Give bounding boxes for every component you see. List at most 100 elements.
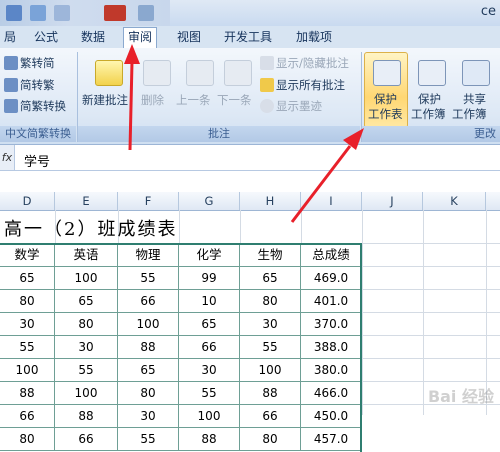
table-cell[interactable]: 401.0 [301,290,362,313]
simp-to-trad-button[interactable]: 简转繁 [20,77,55,93]
table-cell[interactable]: 100 [118,313,179,336]
table-cell[interactable]: 100 [0,359,55,382]
table-cell[interactable]: 30 [179,359,240,382]
table-cell[interactable]: 100 [55,382,118,405]
table-cell[interactable]: 55 [118,428,179,451]
tab-addins[interactable]: 加载项 [292,28,336,47]
table-header-cell[interactable]: 英语 [55,244,118,267]
watermark: Bai 经验 [427,387,494,406]
table-cell[interactable]: 100 [179,405,240,428]
table-header-cell[interactable]: 物理 [118,244,179,267]
tab-data[interactable]: 数据 [77,28,109,47]
formula-bar-value[interactable]: 学号 [24,151,50,170]
trad-to-simp-button[interactable]: 繁转简 [20,55,55,71]
customize-icon[interactable] [138,5,154,21]
redo-icon[interactable] [104,5,126,21]
table-cell[interactable]: 55 [179,382,240,405]
table-cell[interactable]: 55 [55,359,118,382]
column-header-k[interactable]: K [423,192,486,210]
protect-sheet-label-2[interactable]: 工作表 [368,106,403,122]
tab-view[interactable]: 视图 [173,28,205,47]
share-workbook-label-1[interactable]: 共享 [463,91,486,107]
tab-review[interactable]: 审阅 [123,27,158,49]
table-cell[interactable]: 88 [118,336,179,359]
column-header-i[interactable]: I [301,192,362,210]
table-cell[interactable]: 66 [240,405,301,428]
table-header-cell[interactable]: 数学 [0,244,55,267]
table-cell[interactable]: 30 [118,405,179,428]
new-comment-button[interactable]: 新建批注 [82,92,128,108]
tab-developer[interactable]: 开发工具 [220,28,276,47]
table-cell[interactable]: 466.0 [301,382,362,405]
column-header-h[interactable]: H [240,192,301,210]
table-cell[interactable]: 99 [179,267,240,290]
fx-icon[interactable]: fx [0,145,15,170]
column-header-e[interactable]: E [55,192,118,210]
table-cell[interactable]: 80 [0,428,55,451]
table-cell[interactable]: 30 [240,313,301,336]
formula-bar[interactable] [0,145,500,171]
table-cell[interactable]: 65 [240,267,301,290]
table-cell[interactable]: 55 [118,267,179,290]
table-cell[interactable]: 30 [0,313,55,336]
new-comment-icon [95,60,123,86]
table-header-cell[interactable]: 总成绩 [301,244,362,267]
table-cell[interactable]: 66 [179,336,240,359]
table-cell[interactable]: 80 [0,290,55,313]
table-cell[interactable]: 80 [240,428,301,451]
table-cell[interactable]: 469.0 [301,267,362,290]
table-cell[interactable]: 65 [179,313,240,336]
chinese-convert-button[interactable]: 简繁转换 [20,98,66,114]
table-cell[interactable]: 370.0 [301,313,362,336]
table-cell[interactable]: 80 [240,290,301,313]
undo-icon[interactable] [54,5,70,21]
table-cell[interactable]: 88 [240,382,301,405]
trad-to-simp-icon [4,56,18,70]
group-label-chinese: 中文简繁转换 [0,126,76,142]
share-workbook-label-2[interactable]: 工作簿 [452,106,487,122]
column-header-d[interactable]: D [0,192,55,210]
column-header-f[interactable]: F [118,192,179,210]
table-cell[interactable]: 388.0 [301,336,362,359]
show-ink-button[interactable]: 显示墨迹 [276,98,322,114]
table-header-cell[interactable]: 化学 [179,244,240,267]
table-cell[interactable]: 80 [118,382,179,405]
table-header-cell[interactable]: 生物 [240,244,301,267]
tab-page-layout[interactable]: 局 [0,28,20,47]
show-hide-comment-button[interactable]: 显示/隐藏批注 [276,55,349,71]
table-cell[interactable]: 65 [0,267,55,290]
table-cell[interactable]: 10 [179,290,240,313]
table-cell[interactable]: 65 [118,359,179,382]
table-cell[interactable]: 80 [55,313,118,336]
table-cell[interactable]: 380.0 [301,359,362,382]
table-cell[interactable]: 65 [55,290,118,313]
show-all-comments-icon [260,78,274,92]
table-cell[interactable]: 450.0 [301,405,362,428]
table-cell[interactable]: 30 [55,336,118,359]
table-cell[interactable]: 66 [55,428,118,451]
table-cell[interactable]: 55 [0,336,55,359]
save-icon[interactable] [30,5,46,21]
protect-sheet-label-1[interactable]: 保护 [374,91,397,107]
next-comment-button[interactable]: 下一条 [217,92,252,108]
table-cell[interactable]: 55 [240,336,301,359]
delete-comment-button[interactable]: 删除 [141,92,164,108]
show-all-comments-button[interactable]: 显示所有批注 [276,77,345,93]
column-header-row: D E F G H I J K [0,192,500,211]
table-cell[interactable]: 66 [118,290,179,313]
protect-workbook-label-1[interactable]: 保护 [418,91,441,107]
table-cell[interactable]: 100 [55,267,118,290]
column-header-g[interactable]: G [179,192,240,210]
table-cell[interactable]: 88 [179,428,240,451]
tab-formulas[interactable]: 公式 [30,28,62,47]
table-cell[interactable]: 88 [0,382,55,405]
app-icon[interactable] [6,5,22,21]
previous-comment-button[interactable]: 上一条 [176,92,211,108]
column-header-j[interactable]: J [362,192,423,210]
table-cell[interactable]: 66 [0,405,55,428]
table-cell[interactable]: 100 [240,359,301,382]
table-cell[interactable]: 457.0 [301,428,362,451]
table-cell[interactable]: 88 [55,405,118,428]
sheet-title-cell[interactable]: 高一（2）班成绩表 [4,215,177,241]
protect-workbook-label-2[interactable]: 工作簿 [411,106,446,122]
